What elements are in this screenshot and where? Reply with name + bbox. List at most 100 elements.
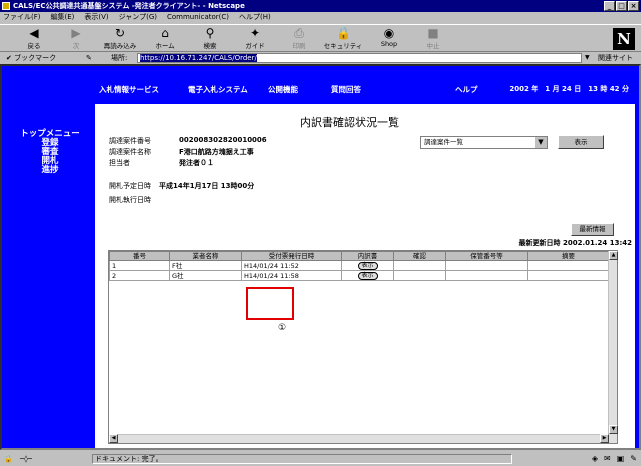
connection-icon: ─◊─: [20, 455, 32, 463]
composer-icon: ✎: [630, 454, 637, 463]
window-titlebar: CALS/EC公共調達共通基盤システム -発注者クライアント- - Netsca…: [0, 0, 641, 12]
project-list-select[interactable]: 調達案件一覧 ▼: [420, 136, 548, 149]
col-confirm: 確認: [393, 251, 446, 261]
col-remarks: 摘要: [527, 251, 610, 261]
mail-icon: ✉: [604, 454, 611, 463]
forward-button[interactable]: ▶ 次: [55, 27, 97, 51]
url-dropdown-arrow[interactable]: ▼: [585, 52, 590, 64]
minimize-button[interactable]: _: [604, 1, 615, 11]
current-datetime: 2002 年 1 月 24 日 13 時 42 分: [509, 85, 629, 93]
menu-file[interactable]: ファイル(F): [3, 12, 41, 23]
forward-arrow-icon: ▶: [71, 26, 81, 40]
annotation-marker: ①: [278, 323, 287, 333]
menu-help[interactable]: ヘルプ(H): [239, 12, 271, 23]
table-header-row: 番号 業者名称 受付票発行日時 内訳書 確認 保管番号等 摘要: [109, 251, 610, 261]
last-updated: 最新更新日時 2002.01.24 13:42: [518, 239, 632, 247]
security-button[interactable]: 🔒 セキュリティ: [322, 27, 364, 51]
guide-button[interactable]: ✦ ガイド: [234, 27, 276, 51]
security-status-icon: 🔒: [4, 455, 13, 463]
page-title: 内訳書確認状況一覧: [300, 116, 399, 129]
nav-public[interactable]: 公開機能: [268, 84, 298, 95]
related-sites-button[interactable]: 関連サイト: [598, 52, 633, 64]
row-vendor: G社: [169, 270, 242, 281]
status-text: ドキュメント: 完了。: [92, 454, 512, 464]
maximize-button[interactable]: □: [616, 1, 627, 11]
status-table: 番号 業者名称 受付票発行日時 内訳書 確認 保管番号等 摘要 1 F社 H14…: [109, 251, 610, 281]
scroll-left-icon[interactable]: ◀: [109, 434, 118, 443]
shop-icon: ◉: [383, 26, 395, 40]
menu-edit[interactable]: 編集(E): [51, 12, 75, 23]
back-button[interactable]: ◀ 戻る: [13, 27, 55, 51]
row-number: 1: [109, 260, 170, 271]
chevron-down-icon: ▼: [535, 137, 547, 148]
row-remarks: [527, 270, 610, 281]
col-receipt-datetime: 受付票発行日時: [241, 251, 342, 261]
nav-help[interactable]: ヘルプ: [455, 84, 478, 95]
table-vertical-scrollbar[interactable]: ▲ ▼: [608, 251, 618, 443]
print-icon: ⎙: [294, 26, 304, 40]
page-viewport: 入札情報サービス 電子入札システム 公開機能 質問回答 ヘルプ 2002 年 1…: [0, 64, 641, 450]
scroll-up-icon[interactable]: ▲: [609, 251, 618, 260]
home-icon: ⌂: [161, 26, 169, 40]
col-storage-number: 保管番号等: [445, 251, 528, 261]
network-icon: ◈: [591, 454, 599, 463]
col-number: 番号: [109, 251, 170, 261]
row-storage: [445, 260, 528, 271]
col-breakdown: 内訳書: [341, 251, 394, 261]
menu-communicator[interactable]: Communicator(C): [167, 12, 229, 23]
location-label: 場所:: [111, 54, 128, 62]
security-lock-icon: 🔒: [336, 26, 351, 40]
bookmark-button[interactable]: ✔ ブックマーク: [6, 52, 56, 64]
navigation-toolbar: ◀ 戻る ▶ 次 ↻ 再読み込み ⌂ ホーム ⚲ 検索 ✦ ガイド ⎙ 印刷 🔒 セキュリティ …: [0, 24, 641, 52]
app-icon: [2, 2, 10, 10]
row-datetime: H14/01/24 11:58: [241, 270, 342, 281]
row-remarks: [527, 260, 610, 271]
highlight-box: [246, 287, 294, 320]
location-bar: ✔ ブックマーク ✎ 場所: https://10.16.71.247/CALS…: [0, 52, 641, 64]
menu-view[interactable]: 表示(V): [84, 12, 108, 23]
url-input[interactable]: https://10.16.71.247/CALS/Order/: [137, 53, 582, 63]
stop-button[interactable]: ■ 中止: [412, 27, 454, 51]
nav-bid-info[interactable]: 入札情報サービス: [99, 84, 159, 95]
back-arrow-icon: ◀: [29, 26, 39, 40]
show-breakdown-button[interactable]: 表示: [357, 272, 378, 280]
print-button[interactable]: ⎙ 印刷: [278, 27, 320, 51]
component-icon: ▣: [616, 454, 625, 463]
table-horizontal-scrollbar[interactable]: ◀ ▶: [109, 434, 609, 443]
netscape-logo: N: [613, 28, 635, 50]
side-menu-progress[interactable]: 進捗: [10, 166, 90, 175]
close-button[interactable]: ×: [628, 1, 639, 11]
row-vendor: F社: [169, 260, 242, 271]
window-title: CALS/EC公共調達共通基盤システム -発注者クライアント- - Netsca…: [13, 2, 245, 10]
row-breakdown-cell: 表示: [341, 260, 394, 271]
table-row: 2 G社 H14/01/24 11:58 表示: [109, 270, 610, 281]
main-content: 内訳書確認状況一覧 調達案件番号 002008302820010006 調達案件…: [95, 104, 635, 448]
display-button[interactable]: 表示: [558, 135, 604, 149]
row-datetime: H14/01/24 11:52: [241, 260, 342, 271]
scroll-down-icon[interactable]: ▼: [609, 425, 618, 434]
shop-button[interactable]: ◉ Shop: [368, 27, 410, 51]
row-breakdown-cell: 表示: [341, 270, 394, 281]
scroll-right-icon[interactable]: ▶: [600, 434, 609, 443]
stop-icon: ■: [427, 26, 439, 40]
row-number: 2: [109, 270, 170, 281]
side-menu: トップメニュー 登録 審査 開札 進捗: [10, 130, 90, 175]
menu-bar: ファイル(F) 編集(E) 表示(V) ジャンプ(G) Communicator…: [0, 12, 641, 23]
reload-button[interactable]: ↻ 再読み込み: [99, 27, 141, 51]
status-table-frame: 番号 業者名称 受付票発行日時 内訳書 確認 保管番号等 摘要 1 F社 H14…: [108, 250, 618, 444]
latest-info-button[interactable]: 最新情報: [571, 223, 614, 236]
search-button[interactable]: ⚲ 検索: [189, 27, 231, 51]
menu-go[interactable]: ジャンプ(G): [119, 12, 157, 23]
show-breakdown-button[interactable]: 表示: [357, 262, 378, 270]
top-navigation: 入札情報サービス 電子入札システム 公開機能 質問回答 ヘルプ 2002 年 1…: [95, 78, 635, 104]
table-row: 1 F社 H14/01/24 11:52 表示: [109, 260, 610, 271]
nav-qa[interactable]: 質問回答: [331, 84, 361, 95]
row-confirm: [393, 260, 446, 271]
status-bar: 🔒 ─◊─ ドキュメント: 完了。 ◈ ✉ ▣ ✎: [0, 452, 641, 466]
home-button[interactable]: ⌂ ホーム: [144, 27, 186, 51]
status-icons: ◈ ✉ ▣ ✎: [592, 454, 637, 464]
nav-e-bidding[interactable]: 電子入札システム: [188, 84, 248, 95]
row-confirm: [393, 270, 446, 281]
search-icon: ⚲: [205, 26, 215, 40]
guide-icon: ✦: [249, 26, 261, 40]
